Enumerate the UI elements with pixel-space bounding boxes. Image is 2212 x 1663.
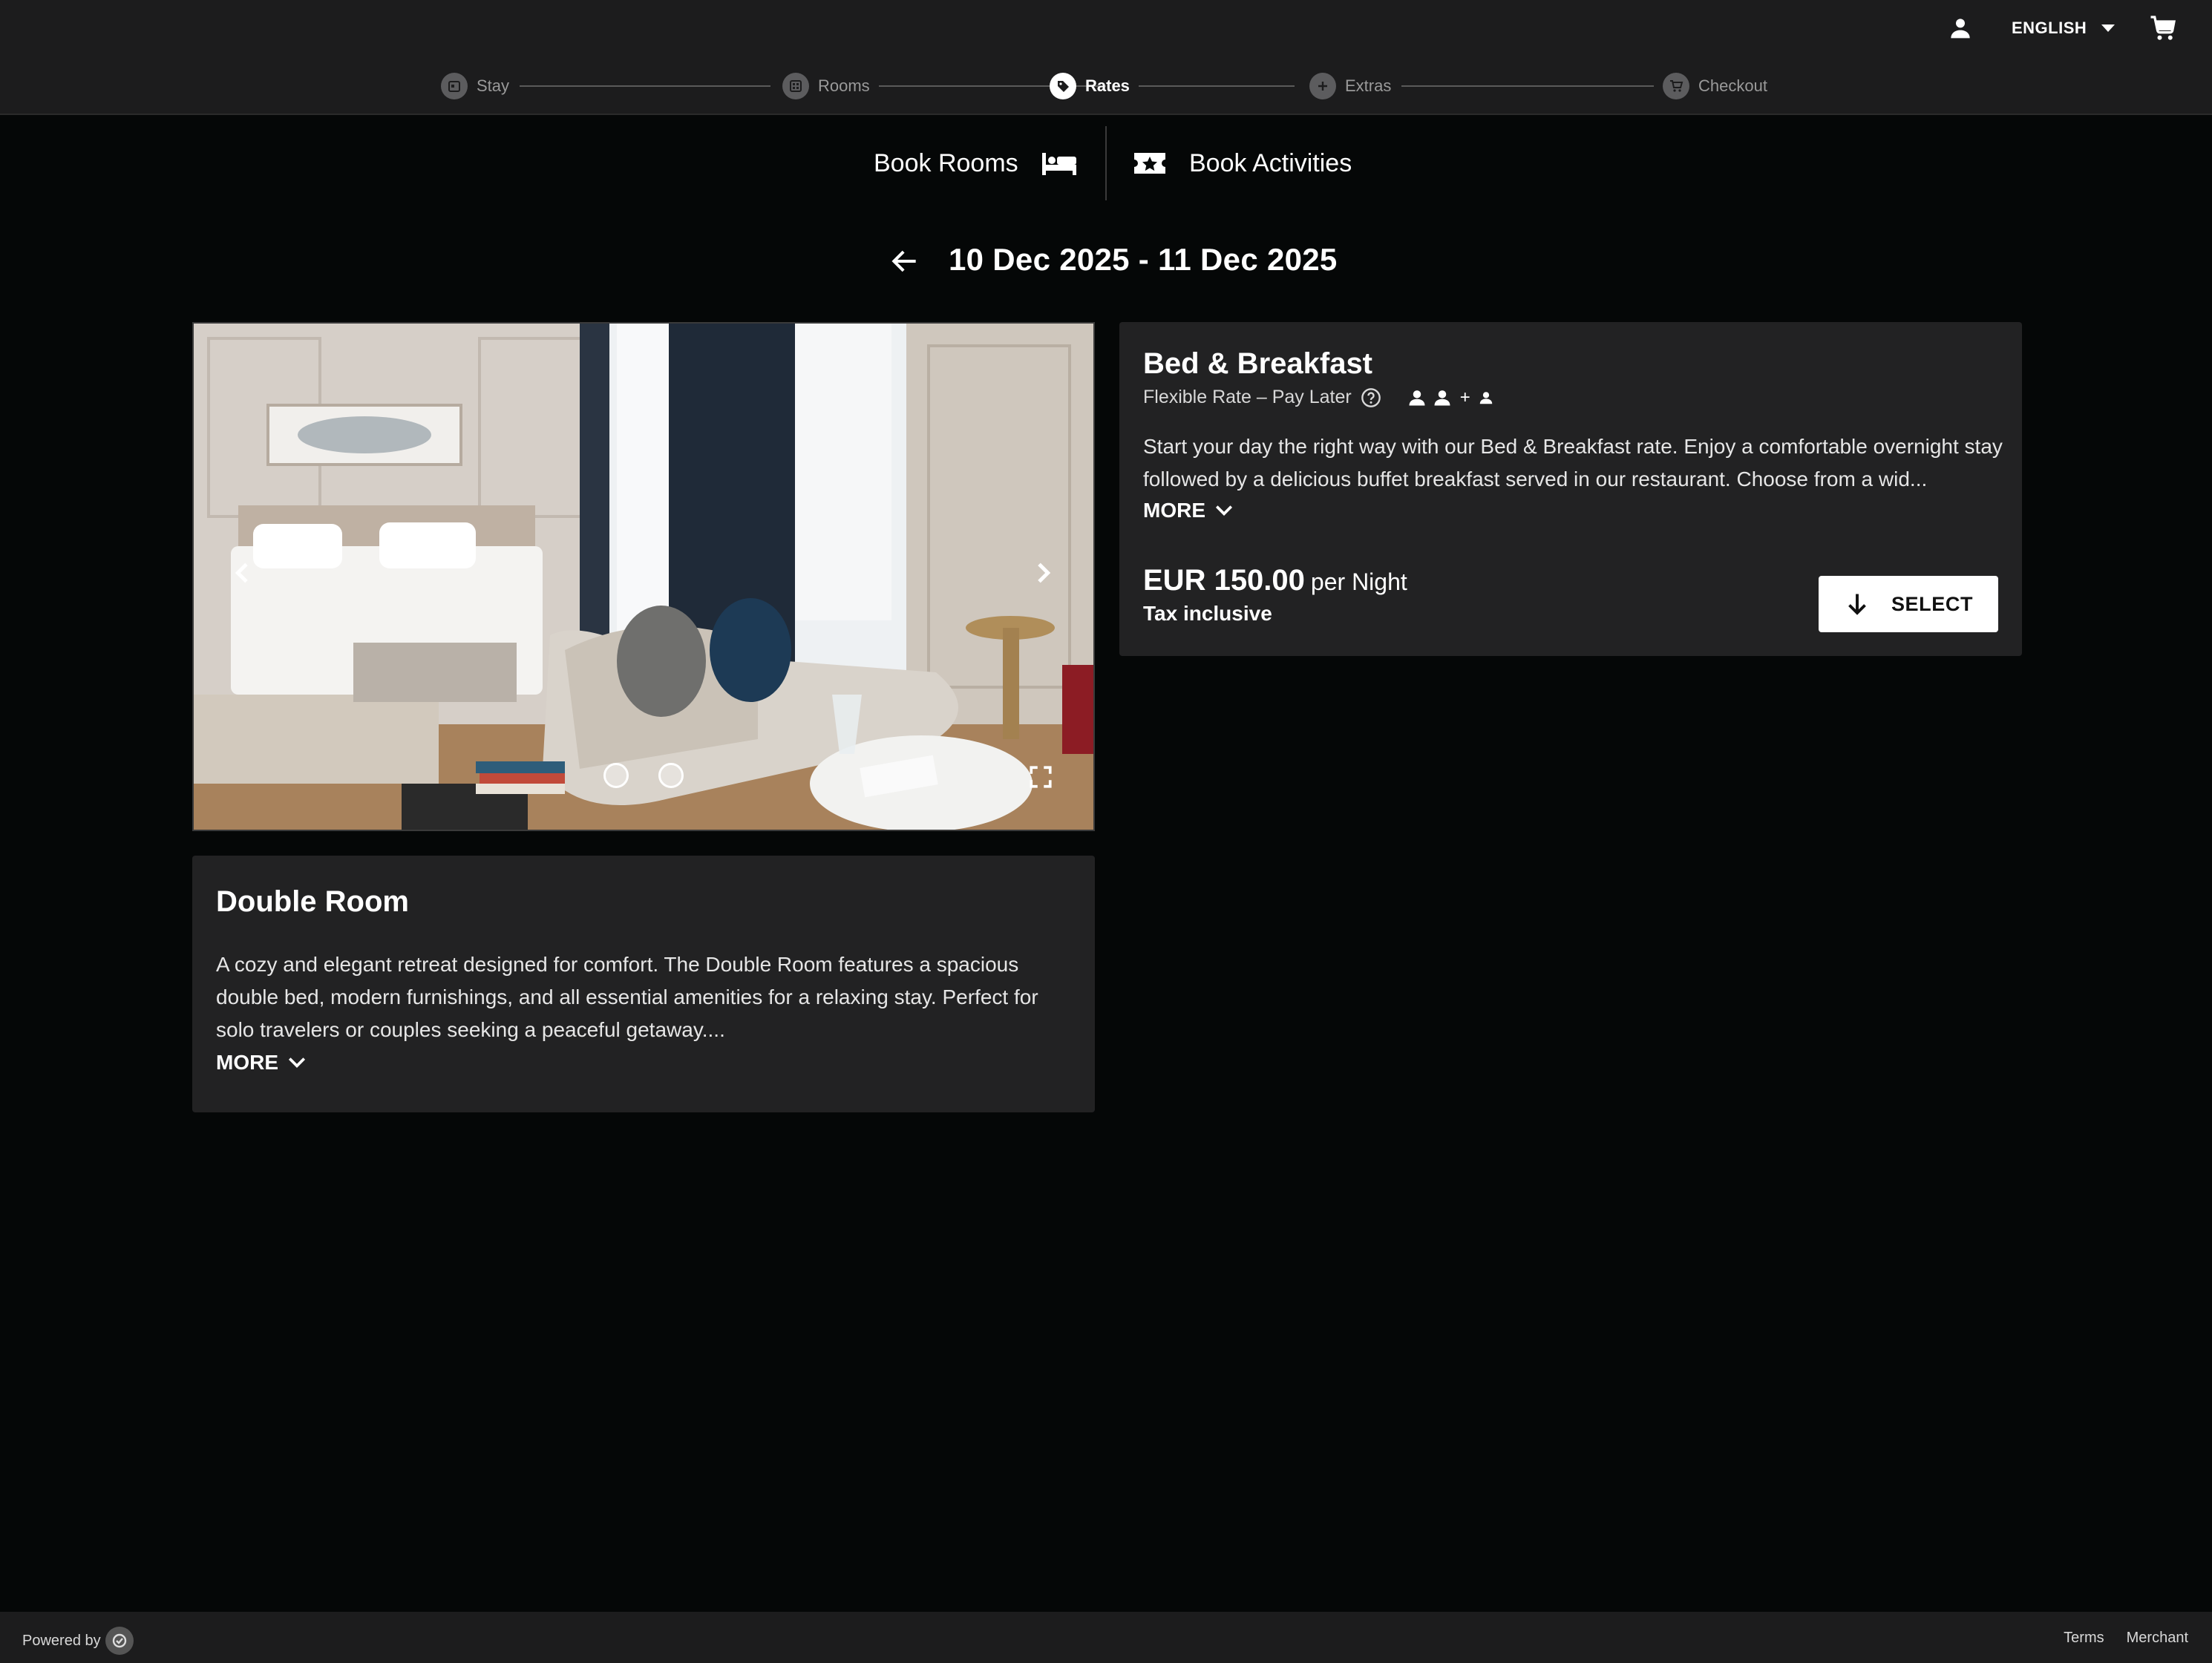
stepper-connector xyxy=(1139,85,1295,87)
step-label: Checkout xyxy=(1698,76,1767,95)
room-title: Double Room xyxy=(216,885,409,918)
rate-subtitle: Flexible Rate – Pay Later xyxy=(1143,387,1352,407)
step-rates[interactable]: Rates xyxy=(1050,73,1130,99)
stepper-connector xyxy=(1401,85,1654,87)
chevron-down-icon xyxy=(288,1057,306,1068)
adult-icon xyxy=(1434,390,1450,405)
account-icon[interactable] xyxy=(1948,16,1973,40)
powered-by-label: Powered by xyxy=(22,1632,101,1649)
provider-logo-icon[interactable] xyxy=(105,1627,134,1655)
room-more-button[interactable]: MORE xyxy=(216,1051,307,1075)
rate-card: Bed & Breakfast Flexible Rate – Pay Late… xyxy=(1119,322,2022,656)
ticket-icon xyxy=(1134,153,1165,174)
cart-icon[interactable] xyxy=(2149,15,2177,42)
step-extras[interactable]: Extras xyxy=(1309,73,1391,99)
occupancy-plus: + xyxy=(1459,387,1470,407)
price-block: EUR 150.00 per Night Tax inclusive xyxy=(1143,564,1407,626)
top-bar: ENGLISH Stay Rooms Rates Extras Checkout xyxy=(0,0,2212,115)
rate-description: Start your day the right way with our Be… xyxy=(1143,435,2003,491)
more-label: MORE xyxy=(1143,499,1205,522)
language-label: ENGLISH xyxy=(2012,19,2087,37)
powered-by: Powered by xyxy=(22,1627,134,1655)
rate-title: Bed & Breakfast xyxy=(1143,347,1373,380)
merchant-link[interactable]: Merchant xyxy=(2127,1630,2188,1647)
carousel-dots xyxy=(603,763,684,788)
booking-type-tabs: Book Rooms Book Activities xyxy=(0,126,2212,200)
select-label: SELECT xyxy=(1891,592,1974,615)
more-label: MORE xyxy=(216,1051,278,1074)
step-checkout[interactable]: Checkout xyxy=(1663,73,1767,99)
footer: Powered by Terms Merchant xyxy=(0,1612,2212,1663)
chevron-down-icon xyxy=(1215,505,1233,516)
bed-icon xyxy=(1041,153,1076,175)
occupancy-indicator: + xyxy=(1407,387,1494,408)
rate-subtitle-row: Flexible Rate – Pay Later + xyxy=(1143,387,1998,408)
tag-icon xyxy=(1050,73,1076,99)
carousel-next-icon[interactable] xyxy=(1028,558,1058,588)
carousel-dot[interactable] xyxy=(603,763,629,788)
fullscreen-icon[interactable] xyxy=(1028,764,1053,790)
adult-icon xyxy=(1409,390,1425,405)
child-icon xyxy=(1479,391,1492,404)
booking-stepper: Stay Rooms Rates Extras Checkout xyxy=(441,73,1777,99)
step-label: Rates xyxy=(1085,76,1130,95)
help-icon[interactable] xyxy=(1361,387,1381,408)
step-stay[interactable]: Stay xyxy=(441,73,509,99)
rate-more-button[interactable]: MORE xyxy=(1143,499,1234,522)
arrow-down-icon xyxy=(1848,594,1866,615)
stay-date-range: 10 Dec 2025 - 11 Dec 2025 xyxy=(949,242,1338,277)
room-info-card: Double Room A cozy and elegant retreat d… xyxy=(192,856,1095,1112)
step-rooms[interactable]: Rooms xyxy=(782,73,870,99)
calendar-icon xyxy=(441,73,468,99)
room-photo xyxy=(194,324,1093,830)
tax-note: Tax inclusive xyxy=(1143,602,1272,625)
tab-divider xyxy=(1105,126,1107,200)
tab-book-activities[interactable]: Book Activities xyxy=(1133,142,1352,184)
tab-label: Book Rooms xyxy=(874,148,1018,177)
room-image-carousel[interactable] xyxy=(192,322,1095,831)
footer-links: Terms Merchant xyxy=(2064,1630,2188,1647)
room-description: A cozy and elegant retreat designed for … xyxy=(216,953,1038,1041)
cart-icon xyxy=(1663,73,1689,99)
language-selector[interactable]: ENGLISH xyxy=(2012,16,2116,40)
step-label: Stay xyxy=(477,76,510,95)
grid-icon xyxy=(782,73,809,99)
plus-icon xyxy=(1309,73,1336,99)
back-arrow-icon[interactable] xyxy=(889,245,921,278)
stepper-connector xyxy=(520,85,770,87)
carousel-dot[interactable] xyxy=(658,763,684,788)
chevron-down-icon xyxy=(2101,24,2116,32)
step-label: Extras xyxy=(1345,76,1392,95)
carousel-prev-icon[interactable] xyxy=(228,558,258,588)
tab-book-rooms[interactable]: Book Rooms xyxy=(874,142,1078,184)
select-rate-button[interactable]: SELECT xyxy=(1819,576,1998,632)
rate-price: EUR 150.00 xyxy=(1143,564,1305,597)
date-row: 10 Dec 2025 - 11 Dec 2025 xyxy=(0,237,2212,285)
step-label: Rooms xyxy=(818,76,870,95)
price-unit: per Night xyxy=(1310,568,1407,595)
tab-label: Book Activities xyxy=(1189,148,1352,177)
terms-link[interactable]: Terms xyxy=(2064,1630,2104,1647)
